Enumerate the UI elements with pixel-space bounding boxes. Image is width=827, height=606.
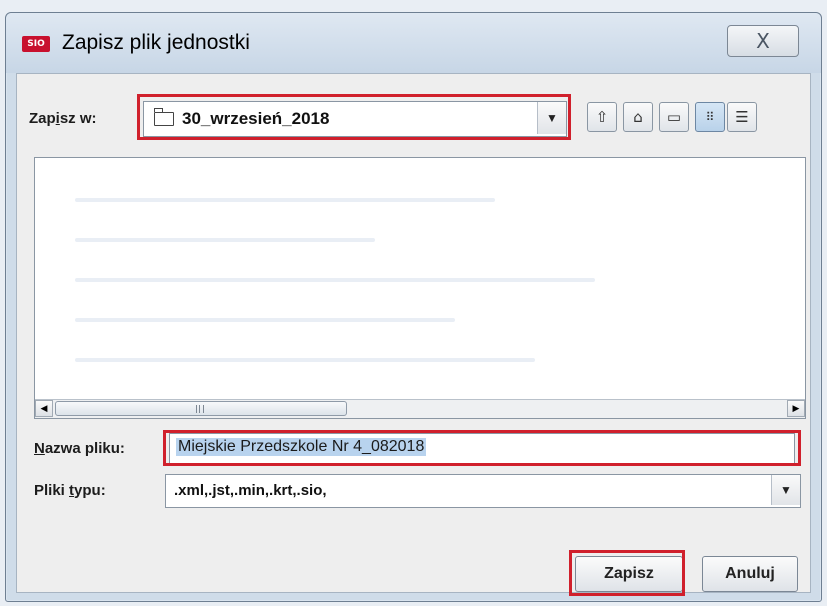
file-type-label: Pliki typu: (34, 482, 106, 499)
close-button[interactable]: X (727, 25, 799, 57)
file-name-label: Nazwa pliku: (34, 440, 125, 457)
highlight-save-in (137, 94, 571, 140)
close-icon: X (756, 29, 770, 53)
scroll-right-button[interactable]: ▶ (787, 400, 805, 417)
scroll-thumb[interactable] (55, 401, 347, 416)
file-type-value: .xml,.jst,.min,.krt,.sio, (174, 482, 327, 499)
save-dialog: SIO Zapisz plik jednostki X Zapisz w: 30… (5, 12, 822, 602)
scroll-left-button[interactable]: ◀ (35, 400, 53, 417)
blurred-entry (75, 278, 595, 282)
highlight-file-name (163, 430, 801, 466)
new-folder-button[interactable]: ▭ (659, 102, 689, 132)
blurred-entry (75, 318, 455, 322)
horizontal-scrollbar[interactable]: ◀ ▶ (35, 399, 805, 418)
blurred-entry (75, 238, 375, 242)
highlight-save-button (569, 550, 685, 596)
cancel-button[interactable]: Anuluj (702, 556, 798, 592)
cancel-button-label: Anuluj (725, 565, 775, 582)
new-folder-icon: ▭ (666, 108, 682, 126)
app-icon: SIO (22, 36, 50, 52)
list-view-button[interactable]: ⠿ (695, 102, 725, 132)
file-type-combo[interactable]: .xml,.jst,.min,.krt,.sio, ▼ (165, 474, 801, 508)
list-view-icon: ⠿ (705, 110, 715, 124)
details-view-icon: ☰ (735, 108, 749, 126)
details-view-button[interactable]: ☰ (727, 102, 757, 132)
grip-icon (196, 405, 204, 413)
save-in-label: Zapisz w: (29, 110, 97, 127)
file-list[interactable]: ◀ ▶ (34, 157, 806, 419)
up-folder-icon: ⇧ (595, 108, 609, 126)
title-bar[interactable]: SIO Zapisz plik jednostki X (6, 13, 821, 73)
home-icon: ⌂ (633, 108, 643, 126)
blurred-entry (75, 198, 495, 202)
blurred-entry (75, 358, 535, 362)
up-folder-button[interactable]: ⇧ (587, 102, 617, 132)
dialog-body: Zapisz w: 30_wrzesień_2018 ▼ ⇧ ⌂ ▭ ⠿ ☰ ◀… (16, 73, 811, 596)
home-button[interactable]: ⌂ (623, 102, 653, 132)
chevron-down-icon[interactable]: ▼ (771, 475, 800, 505)
dialog-title: Zapisz plik jednostki (62, 31, 250, 54)
